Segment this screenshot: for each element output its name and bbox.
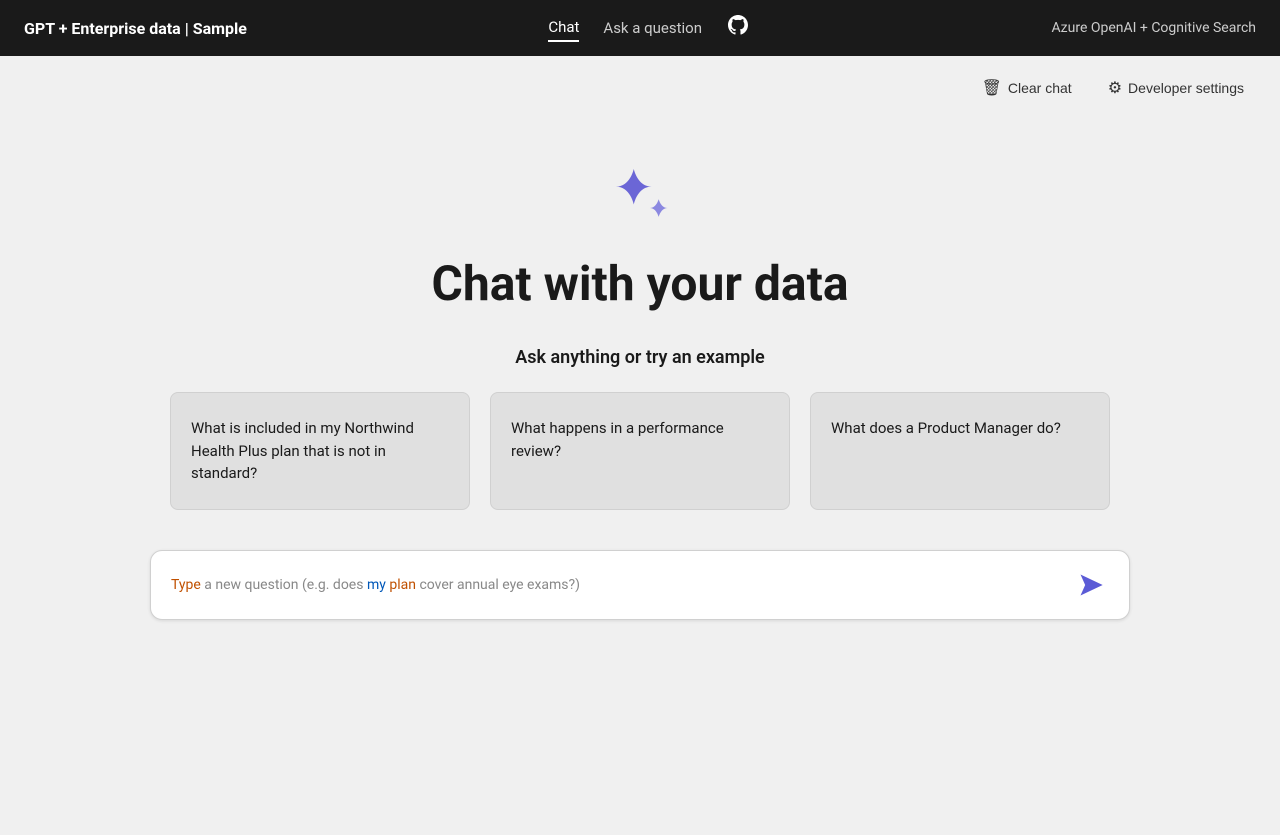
developer-settings-label: Developer settings <box>1128 80 1244 96</box>
example-card-3[interactable]: What does a Product Manager do? <box>810 392 1110 510</box>
trash-icon: 🗑 <box>982 78 1002 98</box>
main-content: Chat with your data Ask anything or try … <box>0 120 1280 835</box>
nav-chat-link[interactable]: Chat <box>548 14 579 42</box>
chat-input-area: Type a new question (e.g. does my plan c… <box>150 550 1130 620</box>
sparkle-icon <box>600 160 680 240</box>
placeholder-my: my <box>367 577 386 593</box>
clear-chat-button[interactable]: 🗑 Clear chat <box>974 74 1080 102</box>
placeholder-text-1: a new question (e.g. does <box>204 577 367 593</box>
gear-icon: ⚙ <box>1108 78 1122 98</box>
send-button[interactable] <box>1073 567 1109 603</box>
send-icon <box>1077 571 1105 599</box>
developer-settings-button[interactable]: ⚙ Developer settings <box>1100 74 1252 102</box>
sub-heading: Ask anything or try an example <box>515 347 764 368</box>
main-heading: Chat with your data <box>431 256 848 311</box>
nav-ask-link[interactable]: Ask a question <box>603 19 702 37</box>
sparkle-container <box>600 160 680 240</box>
placeholder-plan: plan <box>389 577 416 593</box>
navbar: GPT + Enterprise data | Sample Chat Ask … <box>0 0 1280 56</box>
brand-title: GPT + Enterprise data | Sample <box>24 19 247 38</box>
example-card-1[interactable]: What is included in my Northwind Health … <box>170 392 470 510</box>
placeholder-text-3: cover annual eye exams?) <box>419 577 580 593</box>
clear-chat-label: Clear chat <box>1008 80 1072 96</box>
github-icon[interactable] <box>726 13 750 43</box>
nav-right-label: Azure OpenAI + Cognitive Search <box>1051 20 1256 36</box>
example-cards: What is included in my Northwind Health … <box>150 392 1130 510</box>
example-card-2[interactable]: What happens in a performance review? <box>490 392 790 510</box>
toolbar: 🗑 Clear chat ⚙ Developer settings <box>0 56 1280 120</box>
placeholder-type: Type <box>171 577 201 593</box>
nav-links: Chat Ask a question <box>548 13 750 43</box>
input-placeholder-display: Type a new question (e.g. does my plan c… <box>171 577 1073 593</box>
